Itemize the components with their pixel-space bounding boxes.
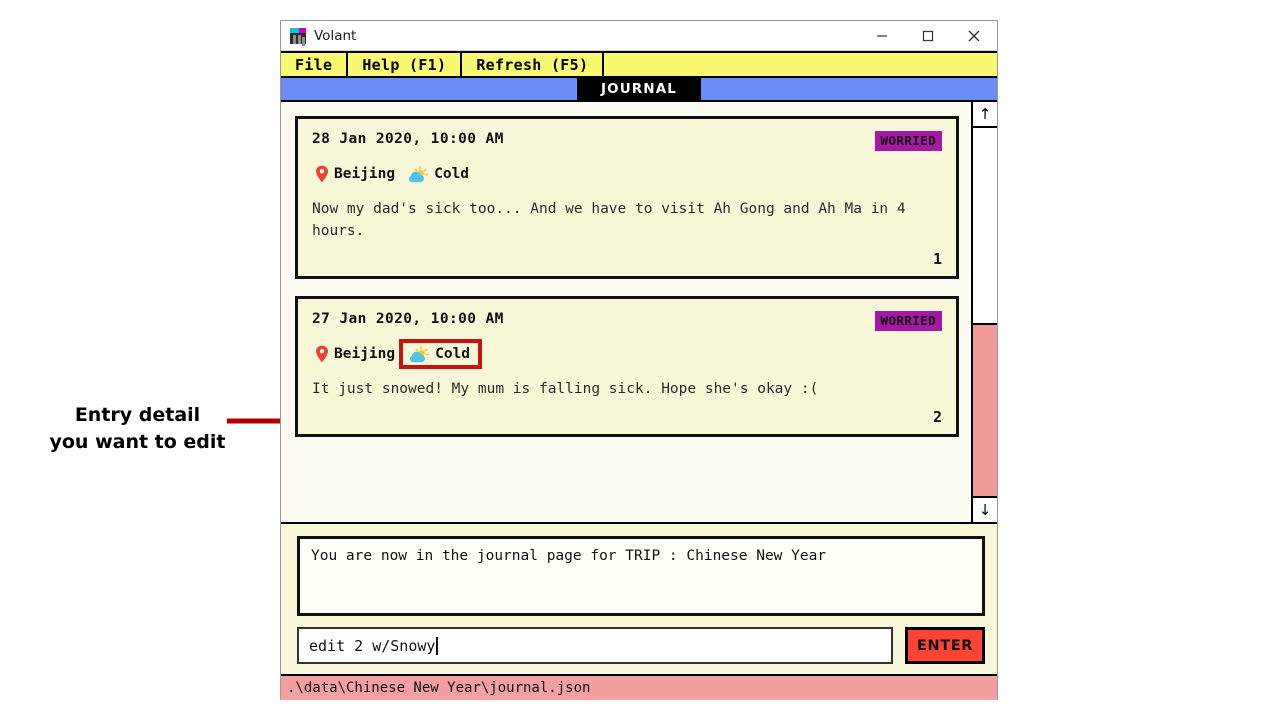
- command-input-row: edit 2 w/Snowy ENTER: [297, 627, 985, 664]
- entry-date: 27 Jan 2020, 10:00 AM: [312, 311, 504, 327]
- annotation-label: Entry detail you want to edit: [49, 404, 226, 453]
- location-pin-icon: [315, 345, 329, 363]
- menu-filler: [604, 53, 997, 76]
- mood-badge: WORRIED: [874, 311, 942, 331]
- entry-header: 27 Jan 2020, 10:00 AM WORRIED: [312, 311, 942, 331]
- scroll-up-arrow-icon[interactable]: ↑: [973, 102, 997, 128]
- window-body: 28 Jan 2020, 10:00 AM WORRIED Beijing Co…: [281, 102, 997, 700]
- tab-strip: JOURNAL: [281, 78, 997, 102]
- mood-badge: WORRIED: [874, 131, 942, 151]
- entry-weather-label: Cold: [434, 166, 470, 182]
- cloud-sun-icon: [407, 166, 429, 183]
- journal-entry-card[interactable]: 27 Jan 2020, 10:00 AM WORRIED Beijing Co…: [295, 296, 959, 437]
- location-pin-icon: [315, 165, 329, 183]
- entry-date: 28 Jan 2020, 10:00 AM: [312, 131, 504, 147]
- window-title: Volant: [314, 27, 357, 44]
- enter-button[interactable]: ENTER: [905, 627, 985, 664]
- vertical-scrollbar[interactable]: ↑ ↓: [971, 102, 997, 522]
- cloud-sun-icon: [408, 346, 430, 363]
- entry-text: It just snowed! My mum is falling sick. …: [312, 381, 819, 397]
- entry-number: 2: [932, 408, 942, 426]
- journal-entry-list: 28 Jan 2020, 10:00 AM WORRIED Beijing Co…: [281, 102, 971, 522]
- screenshot-root: Entry detail you want to edit Volant Fil: [0, 0, 1280, 720]
- maximize-icon[interactable]: [905, 21, 951, 51]
- message-output-box: You are now in the journal page for TRIP…: [297, 536, 985, 616]
- entry-location[interactable]: Beijing: [312, 343, 398, 365]
- command-input[interactable]: edit 2 w/Snowy: [297, 627, 893, 664]
- entry-meta: Beijing Cold: [312, 339, 942, 369]
- entry-text: Now my dad's sick too... And we have to …: [312, 201, 915, 239]
- entry-location[interactable]: Beijing: [312, 163, 398, 185]
- minimize-icon[interactable]: [859, 21, 905, 51]
- tab-journal[interactable]: JOURNAL: [577, 78, 701, 100]
- scrollbar-track[interactable]: [973, 128, 997, 496]
- entry-number: 1: [932, 250, 942, 268]
- journal-list-area: 28 Jan 2020, 10:00 AM WORRIED Beijing Co…: [281, 102, 997, 522]
- window-controls: [859, 21, 997, 51]
- journal-entry-card[interactable]: 28 Jan 2020, 10:00 AM WORRIED Beijing Co…: [295, 116, 959, 279]
- scroll-down-arrow-icon[interactable]: ↓: [973, 496, 997, 522]
- menu-bar: File Help (F1) Refresh (F5): [281, 51, 997, 78]
- status-bar: .\data\Chinese New Year\journal.json: [281, 674, 997, 700]
- close-icon[interactable]: [951, 21, 997, 51]
- scrollbar-thumb[interactable]: [973, 323, 997, 496]
- entry-location-label: Beijing: [334, 166, 396, 182]
- entry-header: 28 Jan 2020, 10:00 AM WORRIED: [312, 131, 942, 151]
- menu-item-help[interactable]: Help (F1): [348, 53, 463, 76]
- text-caret: [436, 636, 438, 655]
- application-window: Volant File Help (F1) Refresh (F5) JOURN…: [280, 20, 998, 700]
- entry-meta: Beijing Cold: [312, 163, 942, 185]
- entry-location-label: Beijing: [334, 346, 396, 362]
- entry-weather-label: Cold: [435, 346, 471, 362]
- app-icon: [290, 27, 306, 44]
- menu-item-file[interactable]: File: [281, 53, 349, 76]
- lower-panel: You are now in the journal page for TRIP…: [281, 522, 997, 674]
- title-bar: Volant: [281, 21, 997, 51]
- entry-weather-highlighted[interactable]: Cold: [399, 339, 483, 369]
- command-input-value: edit 2 w/Snowy: [309, 636, 436, 655]
- entry-weather[interactable]: Cold: [404, 164, 472, 184]
- menu-item-refresh[interactable]: Refresh (F5): [462, 53, 605, 76]
